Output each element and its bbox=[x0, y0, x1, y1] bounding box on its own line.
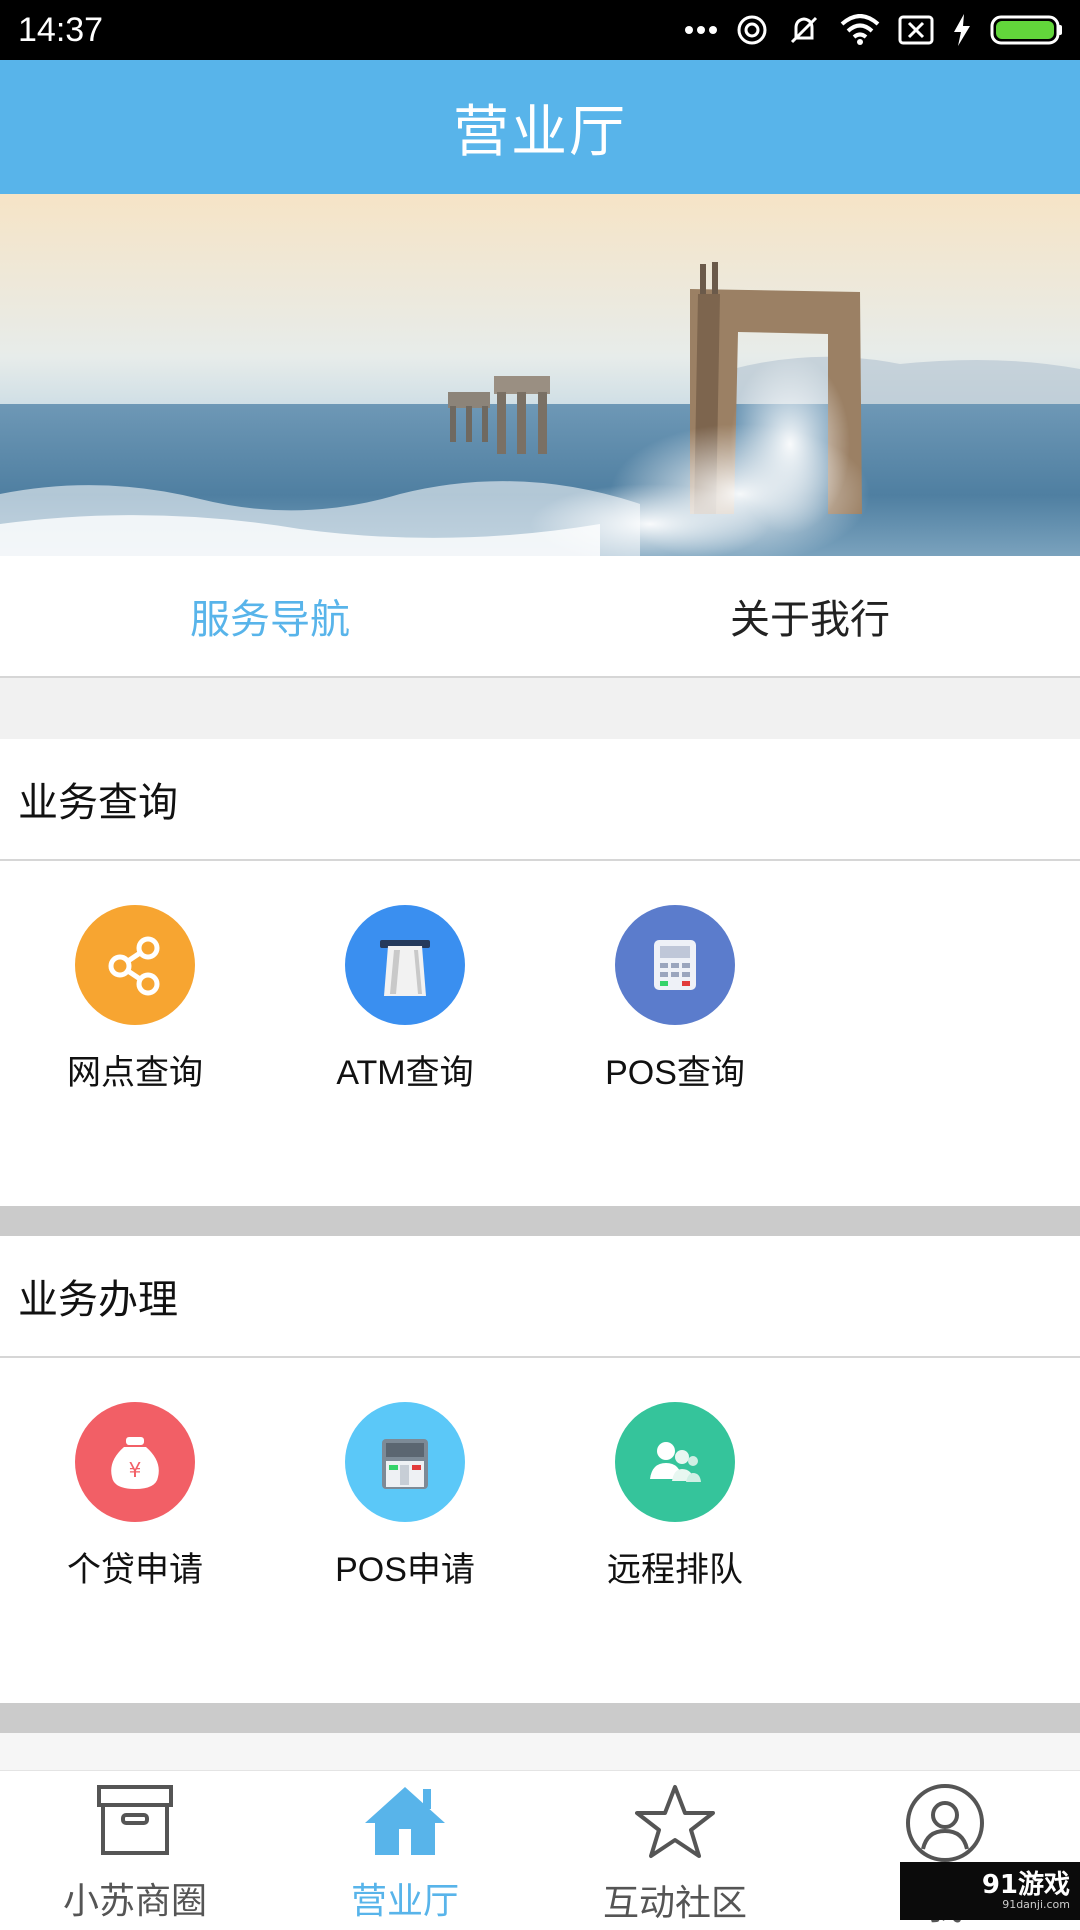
nav-label: 小苏商圈 bbox=[62, 1881, 207, 1922]
charging-icon bbox=[952, 14, 972, 46]
page-title: 营业厅 bbox=[453, 99, 627, 165]
handle-grid: ¥ 个贷申请 POS申请 远程排队 bbox=[0, 1358, 1080, 1703]
grid-label: 远程排队 bbox=[607, 1551, 743, 1589]
grid-item-pos-apply[interactable]: POS申请 bbox=[270, 1402, 540, 1602]
status-time: 14:37 bbox=[18, 10, 104, 49]
pos-terminal-icon bbox=[615, 905, 735, 1025]
tab-about-bank[interactable]: 关于我行 bbox=[540, 556, 1080, 676]
pos-machine-icon bbox=[345, 1402, 465, 1522]
watermark-logo: 91游戏 91danji.com bbox=[900, 1862, 1080, 1920]
money-bag-icon: ¥ bbox=[75, 1402, 195, 1522]
battery-icon bbox=[990, 14, 1064, 46]
nav-label: 营业厅 bbox=[350, 1881, 459, 1922]
grid-label: 网点查询 bbox=[67, 1054, 203, 1092]
segment-tabs: 服务导航 关于我行 bbox=[0, 556, 1080, 678]
no-sim-icon bbox=[898, 15, 934, 45]
status-icons bbox=[684, 12, 1064, 48]
query-grid: 网点查询 ATM查询 POS查询 bbox=[0, 861, 1080, 1206]
home-icon bbox=[363, 1783, 447, 1866]
watermark-main-text: 91游戏 bbox=[981, 1870, 1070, 1900]
people-queue-icon bbox=[615, 1402, 735, 1522]
atm-icon bbox=[345, 905, 465, 1025]
user-icon bbox=[905, 1783, 985, 1872]
divider-gap bbox=[0, 1703, 1080, 1733]
grid-label: 个贷申请 bbox=[67, 1551, 203, 1589]
app-bar: 营业厅 bbox=[0, 60, 1080, 194]
mute-icon bbox=[786, 12, 822, 48]
grid-label: ATM查询 bbox=[336, 1054, 474, 1092]
grid-item-loan-apply[interactable]: ¥ 个贷申请 bbox=[0, 1402, 270, 1602]
box-icon bbox=[95, 1783, 175, 1866]
wifi-icon bbox=[840, 14, 880, 46]
star-icon bbox=[635, 1783, 715, 1868]
section-title-handle-text: 业务办理 bbox=[18, 1277, 178, 1323]
sea-pier-photo bbox=[0, 194, 1080, 556]
banner-image[interactable] bbox=[0, 194, 1080, 556]
status-bar: 14:37 bbox=[0, 0, 1080, 60]
tab-service-nav[interactable]: 服务导航 bbox=[0, 556, 540, 676]
section-title-query: 业务查询 bbox=[0, 739, 1080, 861]
grid-item-remote-queue[interactable]: 远程排队 bbox=[540, 1402, 810, 1602]
watermark-sub-text: 91danji.com bbox=[1002, 1898, 1070, 1911]
divider-gap bbox=[0, 678, 1080, 739]
grid-label: POS申请 bbox=[335, 1551, 475, 1589]
grid-item-atm-query[interactable]: ATM查询 bbox=[270, 905, 540, 1105]
divider-gap bbox=[0, 1206, 1080, 1236]
svg-text:¥: ¥ bbox=[129, 1458, 142, 1482]
grid-label: POS查询 bbox=[605, 1054, 745, 1092]
nav-item-business-hall[interactable]: 营业厅 bbox=[270, 1771, 540, 1922]
divider-gap bbox=[0, 1733, 1080, 1770]
section-title-handle: 业务办理 bbox=[0, 1236, 1080, 1358]
section-title-query-text: 业务查询 bbox=[18, 780, 178, 826]
nav-item-business-circle[interactable]: 小苏商圈 bbox=[0, 1771, 270, 1922]
nav-item-community[interactable]: 互动社区 bbox=[540, 1771, 810, 1924]
nav-label: 互动社区 bbox=[602, 1883, 747, 1924]
share-icon bbox=[75, 905, 195, 1025]
grid-item-branch-query[interactable]: 网点查询 bbox=[0, 905, 270, 1105]
grid-item-pos-query[interactable]: POS查询 bbox=[540, 905, 810, 1105]
hotspot-icon bbox=[736, 14, 768, 46]
more-dots-icon bbox=[684, 24, 718, 36]
